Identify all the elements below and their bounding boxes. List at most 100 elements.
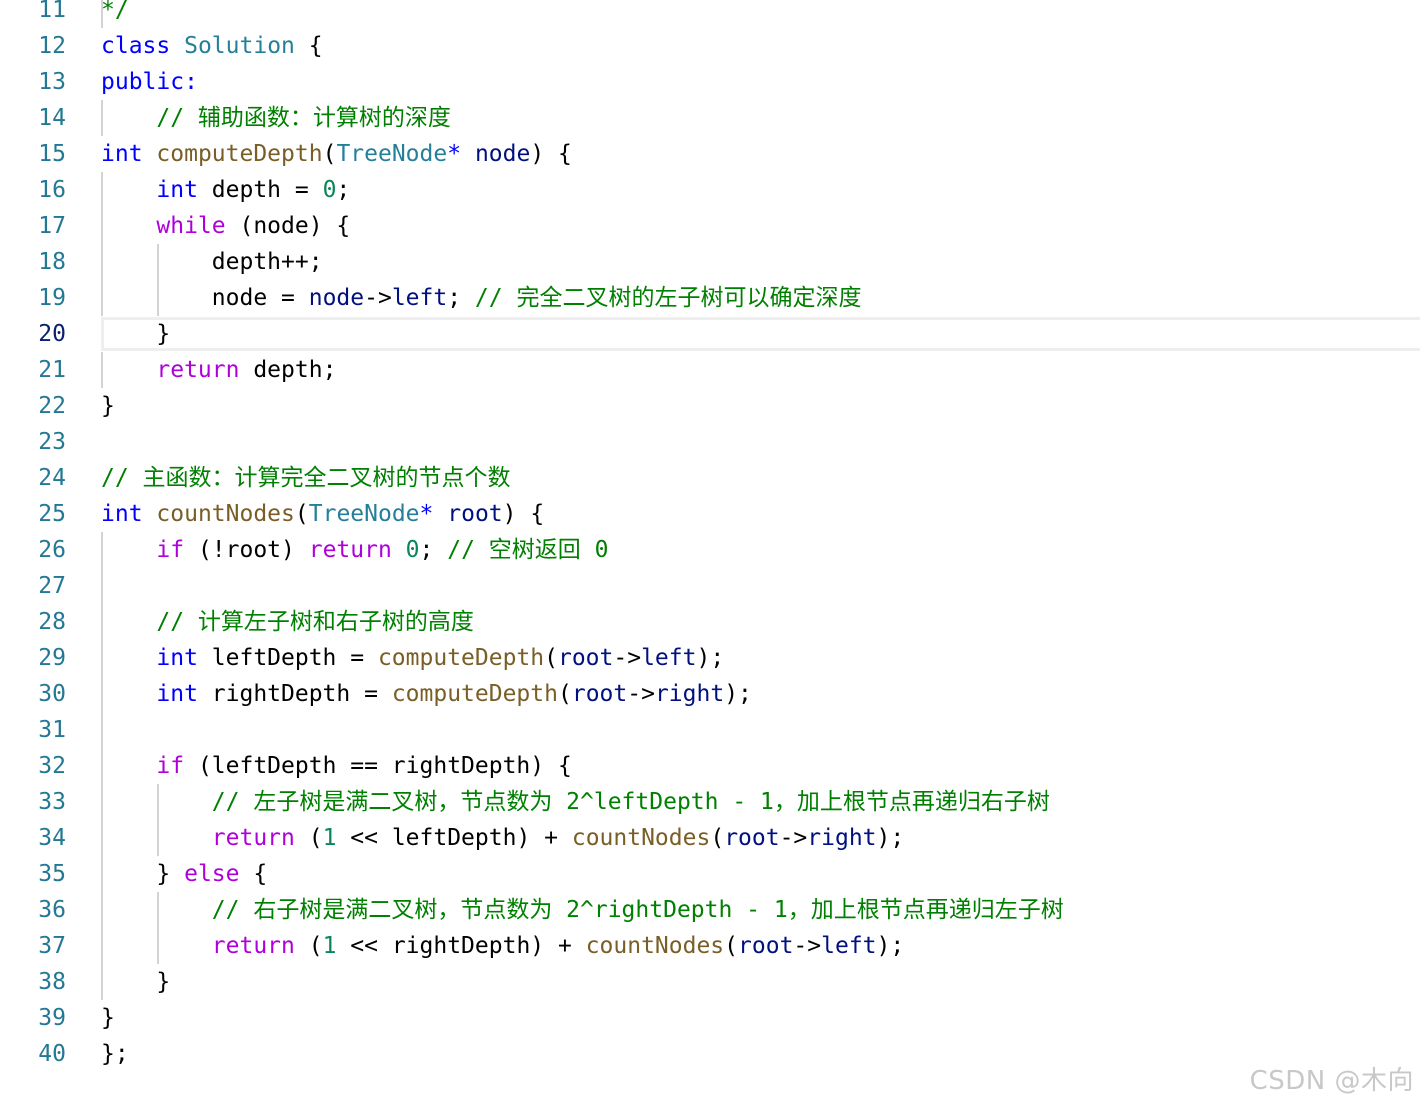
code-line[interactable]: 24 // 主函数：计算完全二叉树的节点个数: [0, 460, 1420, 496]
code-token: 0: [405, 537, 420, 563]
code-text: // 右子树是满二叉树，节点数为 2^rightDepth - 1，加上根节点再…: [101, 892, 1064, 928]
code-line[interactable]: 33 // 左子树是满二叉树，节点数为 2^leftDepth - 1，加上根节…: [0, 784, 1420, 820]
code-line[interactable]: 34 return (1 << leftDepth) + countNodes(…: [0, 820, 1420, 856]
code-line[interactable]: 11 */: [0, 0, 1420, 28]
code-line[interactable]: 26 if (!root) return 0; // 空树返回 0: [0, 532, 1420, 568]
code-line[interactable]: 29 int leftDepth = computeDepth(root->le…: [0, 640, 1420, 676]
code-text: // 左子树是满二叉树，节点数为 2^leftDepth - 1，加上根节点再递…: [101, 784, 1050, 820]
code-token: ->: [793, 933, 822, 959]
code-token: Solution: [184, 33, 295, 59]
code-token: (leftDepth == rightDepth) {: [184, 753, 572, 779]
code-text: // 主函数：计算完全二叉树的节点个数: [101, 460, 511, 496]
code-token: ;: [336, 177, 351, 203]
line-number: 39: [38, 1005, 66, 1031]
code-text: }: [101, 316, 170, 352]
line-number: 13: [38, 69, 66, 95]
code-token: );: [876, 933, 905, 959]
code-line[interactable]: 18 depth++;: [0, 244, 1420, 280]
code-token: // 左子树是满二叉树，节点数为 2^leftDepth - 1，加上根节点再递…: [211, 789, 1050, 815]
line-number: 12: [38, 33, 66, 59]
code-token: ;: [447, 285, 475, 311]
code-token: countNodes: [585, 933, 725, 959]
code-token: (: [294, 501, 309, 527]
code-token: if: [156, 753, 185, 779]
code-token: (: [294, 933, 323, 959]
code-line[interactable]: 40};: [0, 1036, 1420, 1072]
code-line[interactable]: 23: [0, 424, 1420, 460]
code-token: }: [101, 321, 171, 347]
code-token: (: [557, 681, 572, 707]
code-token: else: [184, 861, 240, 887]
code-token: );: [696, 645, 725, 671]
code-line[interactable]: 32 if (leftDepth == rightDepth) {: [0, 748, 1420, 784]
code-token: root: [447, 501, 503, 527]
code-line[interactable]: 30 int rightDepth = computeDepth(root->r…: [0, 676, 1420, 712]
code-line[interactable]: 27: [0, 568, 1420, 604]
code-line[interactable]: 22}: [0, 388, 1420, 424]
code-token: (!root): [184, 537, 309, 563]
code-token: ;: [419, 537, 448, 563]
code-token: {: [239, 861, 268, 887]
code-token: << leftDepth) +: [336, 825, 572, 851]
code-line[interactable]: 25 int countNodes(TreeNode* root) {: [0, 496, 1420, 532]
code-token: }: [101, 969, 171, 995]
code-line[interactable]: 28 // 计算左子树和右子树的高度: [0, 604, 1420, 640]
line-number: 31: [38, 717, 66, 743]
code-line[interactable]: 38 }: [0, 964, 1420, 1000]
line-number: 33: [38, 789, 66, 815]
code-text: };: [101, 1036, 129, 1072]
line-number: 35: [38, 861, 66, 887]
code-token: right: [654, 681, 725, 707]
code-line[interactable]: 35 } else {: [0, 856, 1420, 892]
code-line[interactable]: 19 node = node->left; // 完全二叉树的左子树可以确定深度: [0, 280, 1420, 316]
code-token: root: [557, 645, 614, 671]
code-line[interactable]: 31: [0, 712, 1420, 748]
code-line[interactable]: 12 class Solution {: [0, 28, 1420, 64]
code-token: depth++;: [101, 249, 323, 275]
line-number: 17: [38, 213, 66, 239]
code-text: // 计算左子树和右子树的高度: [101, 604, 474, 640]
code-token: root: [571, 681, 628, 707]
line-number: 24: [38, 465, 66, 491]
code-token: left: [641, 645, 697, 671]
line-number: 38: [38, 969, 66, 995]
code-text: return (1 << leftDepth) + countNodes(roo…: [101, 820, 904, 856]
code-line[interactable]: 39}: [0, 1000, 1420, 1036]
code-editor[interactable]: 11 */12 class Solution { 13 public: 14 // 辅助函…: [0, 0, 1420, 1072]
code-text: }: [101, 388, 115, 424]
code-token: computeDepth: [156, 141, 323, 167]
code-line[interactable]: 14 // 辅助函数：计算树的深度: [0, 100, 1420, 136]
code-line[interactable]: 37 return (1 << rightDepth) + countNodes…: [0, 928, 1420, 964]
code-token: }: [101, 1005, 115, 1031]
code-line[interactable]: 15 int computeDepth(TreeNode* node) {: [0, 136, 1420, 172]
code-line[interactable]: 17 while (node) {: [0, 208, 1420, 244]
code-line[interactable]: 20 }: [0, 316, 1420, 352]
code-token: int: [156, 645, 198, 671]
code-token: int: [101, 141, 143, 167]
code-token: }: [101, 861, 185, 887]
current-line-highlight: [101, 317, 1420, 351]
code-token: 0: [322, 177, 337, 203]
code-text: node = node->left; // 完全二叉树的左子树可以确定深度: [101, 280, 862, 316]
code-token: while: [156, 213, 226, 239]
line-number: 20: [38, 321, 66, 347]
code-text: // 辅助函数：计算树的深度: [101, 100, 451, 136]
code-token: // 右子树是满二叉树，节点数为 2^rightDepth - 1，加上根节点再…: [211, 897, 1064, 923]
code-line[interactable]: 16 int depth = 0;: [0, 172, 1420, 208]
line-number: 29: [38, 645, 66, 671]
code-line[interactable]: 21 return depth;: [0, 352, 1420, 388]
indent-guide: [101, 712, 103, 748]
line-number: 16: [38, 177, 66, 203]
code-line[interactable]: 13 public:: [0, 64, 1420, 100]
code-token: (: [544, 645, 558, 671]
code-line[interactable]: 36 // 右子树是满二叉树，节点数为 2^rightDepth - 1，加上根…: [0, 892, 1420, 928]
line-number: 11: [38, 0, 66, 23]
code-token: public:: [101, 69, 198, 95]
